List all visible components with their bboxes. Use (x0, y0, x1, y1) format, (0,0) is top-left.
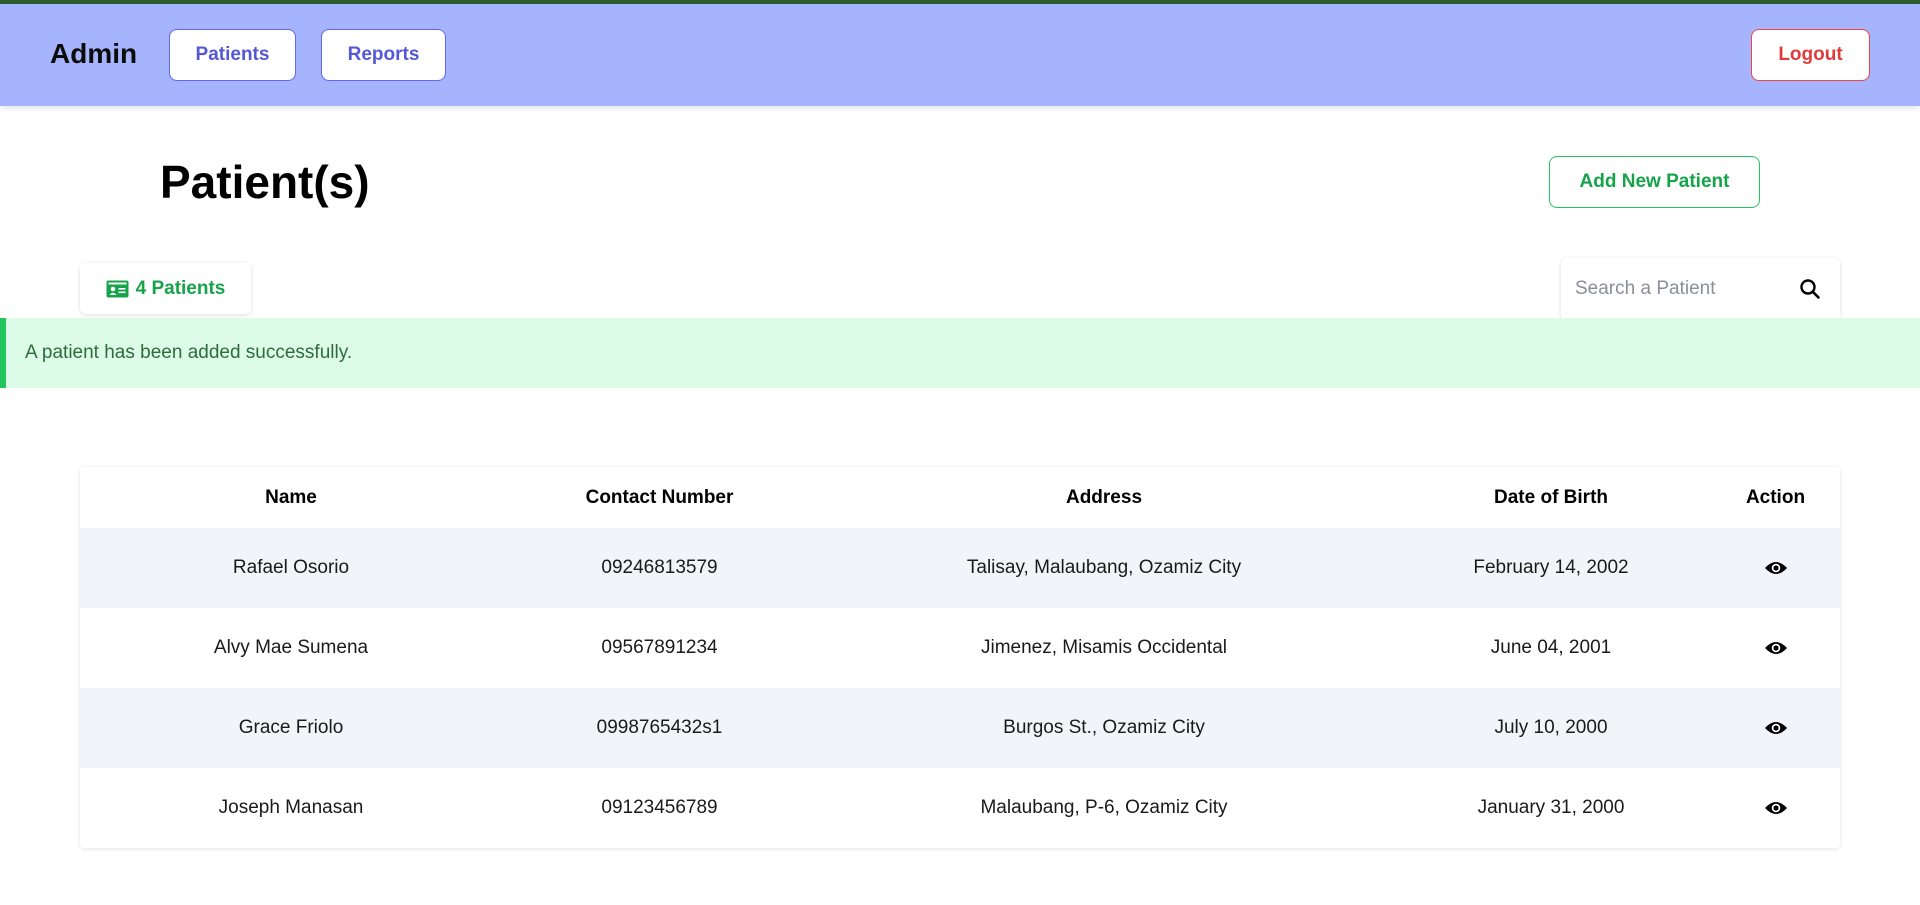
cell-dob: February 14, 2002 (1391, 528, 1711, 608)
header-name: Name (80, 467, 502, 528)
search-input[interactable] (1575, 273, 1785, 305)
cell-action (1711, 688, 1840, 768)
cell-address: Talisay, Malaubang, Ozamiz City (817, 528, 1391, 608)
id-card-icon (106, 280, 129, 298)
patient-count-label: 4 Patients (135, 277, 226, 299)
cell-name: Joseph Manasan (80, 768, 502, 848)
cell-dob: January 31, 2000 (1391, 768, 1711, 848)
view-eye-icon[interactable] (1763, 795, 1789, 821)
cell-contact: 09246813579 (502, 528, 817, 608)
table-row: Rafael Osorio 09246813579 Talisay, Malau… (80, 528, 1840, 608)
search-box (1561, 258, 1840, 320)
cell-address: Burgos St., Ozamiz City (817, 688, 1391, 768)
cell-name: Alvy Mae Sumena (80, 608, 502, 688)
cell-dob: July 10, 2000 (1391, 688, 1711, 768)
table-row: Grace Friolo 0998765432s1 Burgos St., Oz… (80, 688, 1840, 768)
header-action: Action (1711, 467, 1840, 528)
header-date-of-birth: Date of Birth (1391, 467, 1711, 528)
cell-name: Grace Friolo (80, 688, 502, 768)
view-eye-icon[interactable] (1763, 555, 1789, 581)
table-row: Alvy Mae Sumena 09567891234 Jimenez, Mis… (80, 608, 1840, 688)
cell-contact: 09123456789 (502, 768, 817, 848)
nav-reports-button[interactable]: Reports (321, 29, 446, 81)
brand-title: Admin (50, 38, 138, 69)
alert-message: A patient has been added successfully. (25, 342, 353, 363)
cell-action (1711, 528, 1840, 608)
logout-button[interactable]: Logout (1751, 29, 1870, 81)
patients-table-card: Name Contact Number Address Date of Birt… (80, 467, 1840, 848)
search-icon[interactable] (1798, 277, 1822, 301)
navbar: Admin Patients Reports Logout (0, 4, 1920, 106)
cell-name: Rafael Osorio (80, 528, 502, 608)
cell-action (1711, 768, 1840, 848)
add-new-patient-button[interactable]: Add New Patient (1549, 156, 1760, 208)
cell-dob: June 04, 2001 (1391, 608, 1711, 688)
header-contact-number: Contact Number (502, 467, 817, 528)
table-row: Joseph Manasan 09123456789 Malaubang, P-… (80, 768, 1840, 848)
page-title: Patient(s) (160, 156, 370, 208)
cell-address: Malaubang, P-6, Ozamiz City (817, 768, 1391, 848)
success-alert: A patient has been added successfully. (0, 318, 1920, 388)
table-header-row: Name Contact Number Address Date of Birt… (80, 467, 1840, 528)
nav-patients-button[interactable]: Patients (169, 29, 296, 81)
cell-contact: 0998765432s1 (502, 688, 817, 768)
patients-table: Name Contact Number Address Date of Birt… (80, 467, 1840, 848)
cell-address: Jimenez, Misamis Occidental (817, 608, 1391, 688)
patient-count-badge: 4 Patients (80, 263, 251, 314)
cell-action (1711, 608, 1840, 688)
header-address: Address (817, 467, 1391, 528)
view-eye-icon[interactable] (1763, 635, 1789, 661)
view-eye-icon[interactable] (1763, 715, 1789, 741)
cell-contact: 09567891234 (502, 608, 817, 688)
